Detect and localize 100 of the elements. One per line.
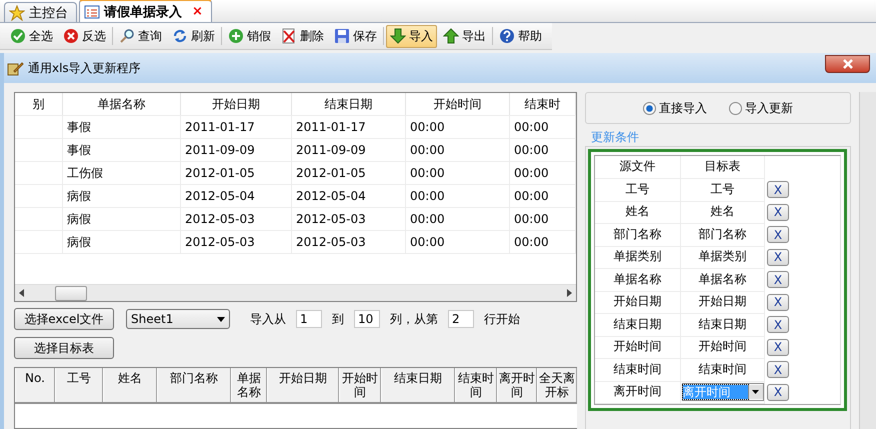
table-cell: 2012-01-05	[181, 162, 292, 184]
column-header: 姓名	[103, 368, 157, 402]
column-header: 结束时间	[455, 368, 497, 402]
column-header: 单据名称	[231, 368, 267, 402]
toolbar-button[interactable]: 查询	[115, 24, 166, 48]
close-button[interactable]	[825, 55, 870, 73]
column-header: 目标表	[681, 156, 765, 179]
table-cell: 部门名称	[595, 223, 681, 246]
column-header: 开始日期	[181, 93, 292, 115]
remove-button[interactable]: X	[767, 361, 789, 378]
list-icon	[84, 4, 100, 20]
table-cell: 2012-05-03	[181, 208, 292, 230]
table-cell: 单据名称	[681, 268, 765, 292]
table-cell: 结束时间	[595, 358, 681, 382]
toolbar-button[interactable]: 销假	[224, 24, 275, 48]
table-cell: 00:00	[406, 208, 510, 230]
table-cell: 00:00	[406, 231, 510, 253]
remove-button[interactable]: X	[767, 271, 789, 288]
tab[interactable]: 请假单据录入 ×	[79, 0, 212, 22]
toolbar-button[interactable]: 反选	[59, 24, 110, 48]
toolbar-button[interactable]: 刷新	[168, 24, 219, 48]
remove-button[interactable]: X	[767, 204, 789, 221]
dialog-title: 通用xls导入更新程序	[28, 60, 141, 76]
table-cell: 00:00	[510, 185, 576, 207]
check-icon	[10, 28, 26, 44]
toolbar-button[interactable]: 导入	[386, 24, 437, 48]
toolbar-button[interactable]: 全选	[6, 24, 57, 48]
start-row-field[interactable]: 2	[448, 310, 474, 328]
table-cell: 2011-09-09	[292, 139, 406, 161]
close-tab-button[interactable]: ×	[192, 4, 203, 19]
column-header: 离开时间	[497, 368, 537, 402]
toolbar-button[interactable]: 删除	[277, 24, 328, 48]
radio-option[interactable]: 导入更新	[729, 100, 794, 116]
table-cell: 00:00	[510, 231, 576, 253]
vertical-scrollbar[interactable]	[859, 92, 876, 429]
table-cell: 离开时间	[595, 380, 681, 404]
column-header: 部门名称	[157, 368, 231, 402]
horizontal-scrollbar[interactable]	[15, 284, 576, 301]
search-icon	[119, 28, 135, 44]
column-header: 开始日期	[267, 368, 339, 402]
arrow-up-icon	[443, 28, 459, 44]
table-cell: 工号	[595, 178, 681, 202]
column-header: 源文件	[595, 156, 681, 179]
table-cell: 姓名	[681, 200, 765, 224]
remove-button[interactable]: X	[767, 181, 789, 198]
caret-icon	[752, 390, 759, 394]
scroll-left-icon[interactable]	[19, 289, 25, 297]
table-cell: 病假	[63, 231, 181, 253]
save-icon	[334, 28, 350, 44]
column-header: 工号	[55, 368, 103, 402]
to-column-field[interactable]: 10	[354, 310, 380, 328]
table-cell: 00:00	[510, 162, 576, 184]
table-cell: 2011-01-17	[181, 116, 292, 138]
table-cell: 00:00	[406, 162, 510, 184]
table-cell: 2012-05-03	[292, 208, 406, 230]
table-cell: 2011-01-17	[292, 116, 406, 138]
table-cell: 开始日期	[681, 290, 765, 314]
table-cell: 单据类别	[681, 246, 765, 269]
remove-button[interactable]: X	[767, 316, 789, 334]
refresh-icon	[172, 28, 188, 44]
scroll-right-icon[interactable]	[566, 289, 572, 297]
remove-button[interactable]: X	[767, 226, 789, 244]
delete-icon	[281, 28, 297, 44]
table-cell: 结束日期	[595, 313, 681, 336]
toolbar-button[interactable]: 导出	[439, 24, 490, 48]
table-cell: 部门名称	[681, 223, 765, 246]
table-cell: 2012-05-03	[181, 231, 292, 253]
table-cell: 病假	[63, 185, 181, 207]
column-header: No.	[15, 368, 55, 402]
table-cell: 2011-09-09	[181, 139, 292, 161]
table-cell: 结束时间	[681, 358, 765, 382]
table-cell: 2012-05-04	[292, 185, 406, 207]
column-header: 单据名称	[63, 93, 181, 115]
close-icon	[842, 59, 854, 69]
remove-button[interactable]: X	[767, 338, 789, 356]
tab[interactable]: 主控台	[4, 2, 77, 22]
table-cell: 病假	[63, 208, 181, 230]
table-cell: 单据类别	[595, 246, 681, 269]
remove-button[interactable]: X	[767, 294, 789, 311]
toolbar-button[interactable]: 保存	[330, 24, 381, 48]
table-cell: 00:00	[406, 139, 510, 161]
from-column-field[interactable]: 1	[296, 310, 322, 328]
cross-icon	[63, 28, 79, 44]
radio-option[interactable]: 直接导入	[643, 100, 708, 116]
table-cell: 00:00	[510, 208, 576, 230]
table-cell: 00:00	[510, 139, 576, 161]
table-cell: 00:00	[406, 185, 510, 207]
select-file-button[interactable]: 选择excel文件	[14, 308, 114, 330]
remove-button[interactable]: X	[767, 248, 789, 266]
field-label: 导入从	[250, 310, 286, 328]
select-target-button[interactable]: 选择目标表	[14, 337, 114, 359]
toolbar-button[interactable]: 帮助	[495, 24, 546, 48]
scrollbar-thumb[interactable]	[55, 286, 87, 301]
remove-button[interactable]: X	[767, 384, 789, 401]
table-cell: 结束日期	[681, 313, 765, 336]
table-cell: 工号	[681, 178, 765, 202]
table-cell: 事假	[63, 139, 181, 161]
field-label: 行开始	[484, 310, 520, 328]
sheet-dropdown[interactable]: Sheet1	[126, 309, 230, 329]
column-header: 全天离开标	[537, 368, 577, 402]
